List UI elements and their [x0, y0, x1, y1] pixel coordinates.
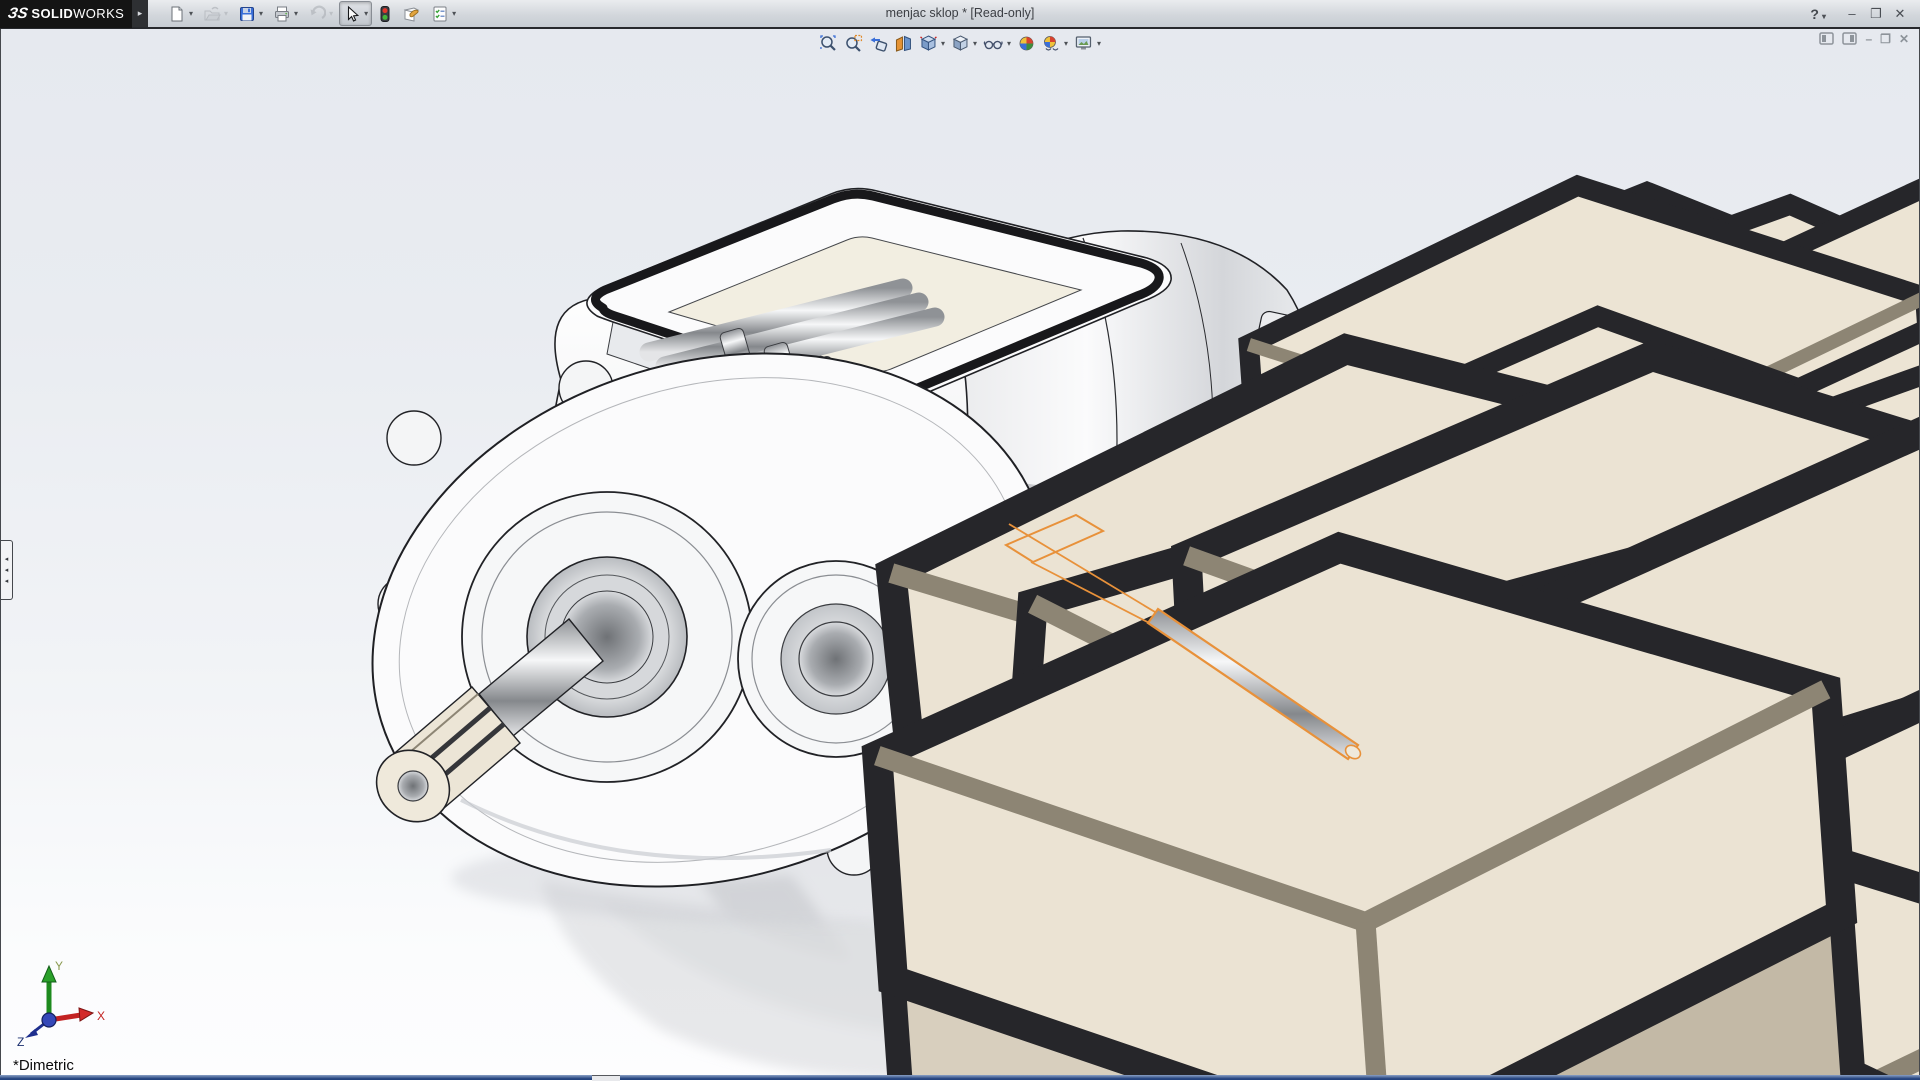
save-icon: [238, 5, 256, 23]
zoom-to-area-icon: [844, 34, 863, 53]
main-toolbar: ▾ ▾ ▾: [164, 0, 460, 27]
open-document-button[interactable]: ▾: [199, 1, 232, 26]
close-button[interactable]: ✕: [1888, 6, 1912, 22]
triad-z-label: Z: [17, 1035, 24, 1048]
doc-minimize-button[interactable]: –: [1865, 33, 1872, 45]
apply-scene-icon: [1042, 34, 1061, 53]
section-view-icon: [894, 34, 913, 53]
restore-button[interactable]: ❐: [1864, 6, 1888, 22]
new-document-button[interactable]: ▾: [164, 1, 197, 26]
title-bar: ЗS SOLIDWORKS ▸ ▾ ▾: [0, 0, 1920, 29]
options-checklist-dropdown[interactable]: ▾: [452, 9, 456, 18]
undo-button[interactable]: ▾: [304, 1, 337, 26]
hide-show-items-button[interactable]: ▾: [982, 33, 1012, 54]
solidworks-logo-name: SOLIDWORKS: [31, 6, 124, 21]
view-settings-dropdown[interactable]: ▾: [1097, 39, 1101, 48]
collapse-feature-pane-button[interactable]: [1819, 32, 1834, 45]
menu-flyout-arrow[interactable]: ▸: [132, 0, 148, 27]
apply-scene-dropdown[interactable]: ▾: [1064, 39, 1068, 48]
model-canvas[interactable]: [1, 29, 1920, 1080]
select-cursor-icon: [343, 5, 361, 23]
view-orientation-dropdown[interactable]: ▾: [941, 39, 945, 48]
feature-pane-collapsed-tab[interactable]: ◂ ◂ ◂: [1, 540, 13, 600]
zoom-to-fit-icon: [819, 34, 838, 53]
doc-restore-button[interactable]: ❐: [1880, 33, 1891, 45]
new-document-icon: [168, 5, 186, 23]
window-controls: ? ▾ – ❐ ✕: [1810, 6, 1920, 22]
edit-component-button[interactable]: [398, 1, 425, 26]
solidworks-logo-mark: ЗS: [6, 5, 29, 22]
edit-component-icon: [402, 5, 421, 23]
triad-x-label: X: [97, 1009, 105, 1023]
apply-scene-button[interactable]: ▾: [1041, 33, 1069, 54]
headsup-view-toolbar: ▾ ▾ ▾: [812, 31, 1108, 56]
help-dropdown[interactable]: ▾: [1822, 12, 1826, 21]
print-dropdown[interactable]: ▾: [294, 9, 298, 18]
view-settings-icon: [1074, 34, 1094, 53]
orientation-triad: Y X Z: [15, 956, 111, 1048]
section-view-button[interactable]: [893, 33, 914, 54]
select-tool-dropdown[interactable]: ▾: [364, 9, 368, 18]
previous-view-button[interactable]: [868, 33, 889, 54]
doc-close-button[interactable]: ✕: [1899, 33, 1909, 45]
previous-view-icon: [869, 34, 888, 53]
eyeglasses-icon: [983, 34, 1004, 53]
new-document-dropdown[interactable]: ▾: [189, 9, 193, 18]
graphics-viewport[interactable]: ▾ ▾ ▾: [0, 29, 1920, 1080]
view-orientation-icon: [919, 34, 938, 53]
display-style-icon: [951, 34, 970, 53]
taskbar-edge: [0, 1075, 1920, 1080]
hide-show-items-dropdown[interactable]: ▾: [1007, 39, 1011, 48]
rebuild-button[interactable]: [374, 1, 396, 26]
select-tool-button[interactable]: ▾: [339, 1, 372, 26]
save-button[interactable]: ▾: [234, 1, 267, 26]
zoom-to-fit-button[interactable]: [818, 33, 839, 54]
solidworks-window: { "ui": { "dropdown_glyph": "▾", "pane_a…: [0, 0, 1920, 1080]
options-checklist-button[interactable]: ▾: [427, 1, 460, 26]
open-document-dropdown: ▾: [224, 9, 228, 18]
zoom-to-area-button[interactable]: [843, 33, 864, 54]
appearance-ball-icon: [1017, 34, 1036, 53]
open-document-icon: [203, 5, 221, 23]
checklist-icon: [431, 5, 449, 23]
save-dropdown[interactable]: ▾: [259, 9, 263, 18]
pane-arrow-icon: ◂: [5, 556, 9, 563]
display-style-button[interactable]: ▾: [950, 33, 978, 54]
solidworks-logo: ЗS SOLIDWORKS: [0, 0, 132, 28]
pane-arrow-icon: ◂: [5, 567, 9, 574]
print-button[interactable]: ▾: [269, 1, 302, 26]
view-orientation-button[interactable]: ▾: [918, 33, 946, 54]
display-style-dropdown[interactable]: ▾: [973, 39, 977, 48]
document-window-controls: – ❐ ✕: [1819, 32, 1909, 45]
triad-y-label: Y: [55, 959, 63, 973]
undo-dropdown: ▾: [329, 9, 333, 18]
expand-feature-pane-button[interactable]: [1842, 32, 1857, 45]
print-icon: [273, 5, 291, 23]
minimize-button[interactable]: –: [1840, 6, 1864, 21]
help-button[interactable]: ? ▾: [1810, 6, 1826, 22]
view-orientation-label: *Dimetric: [13, 1057, 74, 1074]
edit-appearance-button[interactable]: [1016, 33, 1037, 54]
view-settings-button[interactable]: ▾: [1073, 33, 1102, 54]
taskbar-notch: [592, 1075, 620, 1081]
pane-arrow-icon: ◂: [5, 578, 9, 585]
undo-icon: [308, 5, 326, 23]
help-icon: ?: [1810, 6, 1819, 22]
traffic-light-icon: [378, 5, 392, 23]
